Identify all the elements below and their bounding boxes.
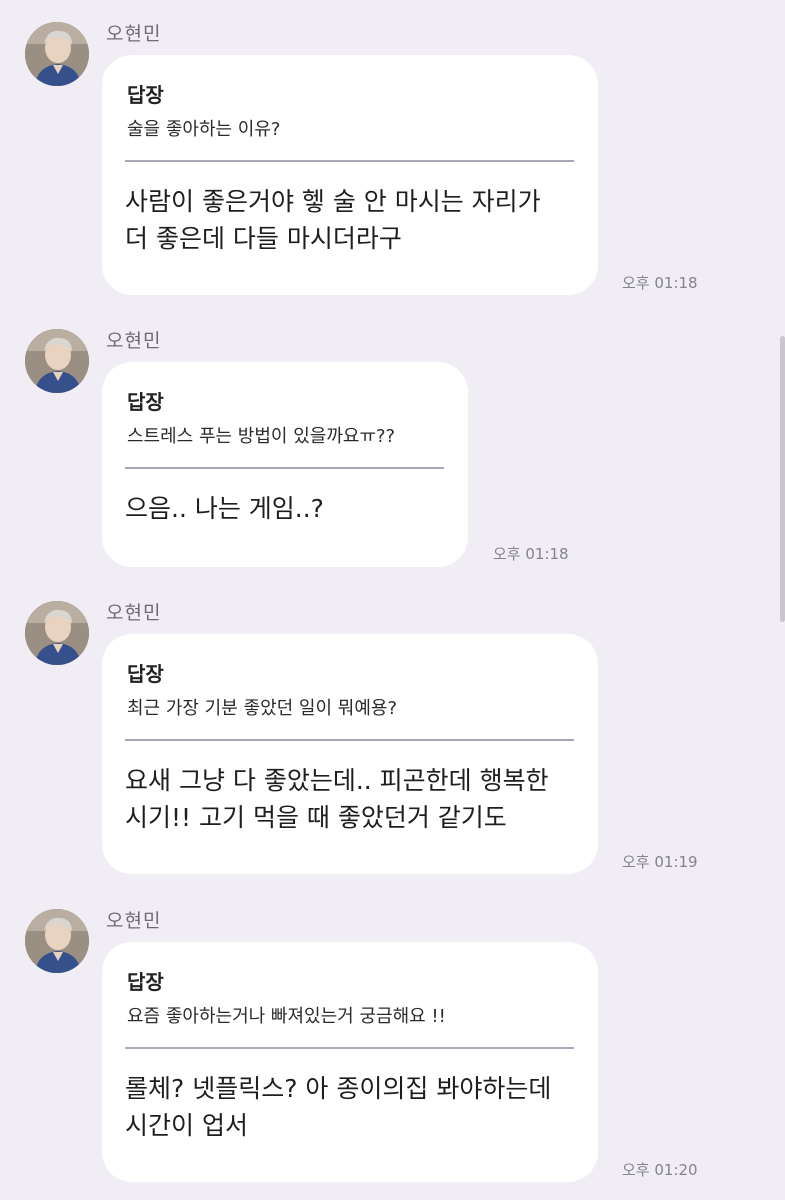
sender-name: 오현민 — [106, 910, 162, 932]
answer-line: 롤체? 넷플릭스? 아 종이의집 봐야하는데 — [125, 1074, 552, 1103]
sender-name: 오현민 — [106, 23, 162, 45]
avatar[interactable] — [25, 909, 89, 973]
answer-line: 시기!! 고기 먹을 때 좋았던거 같기도 — [125, 803, 507, 832]
avatar[interactable] — [25, 601, 89, 665]
avatar[interactable] — [25, 329, 89, 393]
reply-label: 답장 — [127, 970, 164, 994]
message-bubble[interactable]: 답장 요즘 좋아하는거나 빠져있는거 궁금해요 !! 롤체? 넷플릭스? 아 종… — [102, 942, 598, 1182]
answer-line: 사람이 좋은거야 헿 술 안 마시는 자리가 — [125, 187, 541, 216]
answer-line: 요새 그냥 다 좋았는데.. 피곤한데 행복한 — [125, 766, 549, 795]
scrollbar[interactable] — [780, 336, 785, 622]
answer-line: 더 좋은데 다들 마시더라구 — [125, 224, 402, 253]
reply-divider — [125, 160, 574, 162]
quoted-question: 술을 좋아하는 이유? — [127, 119, 281, 140]
reply-divider — [125, 1047, 574, 1049]
reply-divider — [125, 467, 444, 469]
message-bubble[interactable]: 답장 스트레스 푸는 방법이 있을까요ㅠ?? 으음.. 나는 게임..? — [102, 362, 468, 567]
quoted-question: 최근 가장 기분 좋았던 일이 뭐예용? — [127, 698, 398, 719]
reply-label: 답장 — [127, 83, 164, 107]
quoted-question: 스트레스 푸는 방법이 있을까요ㅠ?? — [127, 426, 396, 447]
message-bubble[interactable]: 답장 술을 좋아하는 이유? 사람이 좋은거야 헿 술 안 마시는 자리가 더 … — [102, 55, 598, 295]
reply-label: 답장 — [127, 390, 164, 414]
sender-name: 오현민 — [106, 602, 162, 624]
message-time: 오후 01:18 — [622, 274, 698, 292]
avatar[interactable] — [25, 22, 89, 86]
sender-name: 오현민 — [106, 330, 162, 352]
reply-label: 답장 — [127, 662, 164, 686]
message-time: 오후 01:18 — [493, 545, 569, 563]
message-time: 오후 01:19 — [622, 853, 698, 871]
reply-divider — [125, 739, 574, 741]
answer-line: 시간이 업서 — [125, 1111, 248, 1140]
message-bubble[interactable]: 답장 최근 가장 기분 좋았던 일이 뭐예용? 요새 그냥 다 좋았는데.. 피… — [102, 634, 598, 874]
answer-line: 으음.. 나는 게임..? — [125, 494, 324, 523]
message-time: 오후 01:20 — [622, 1161, 698, 1179]
quoted-question: 요즘 좋아하는거나 빠져있는거 궁금해요 !! — [127, 1006, 446, 1027]
